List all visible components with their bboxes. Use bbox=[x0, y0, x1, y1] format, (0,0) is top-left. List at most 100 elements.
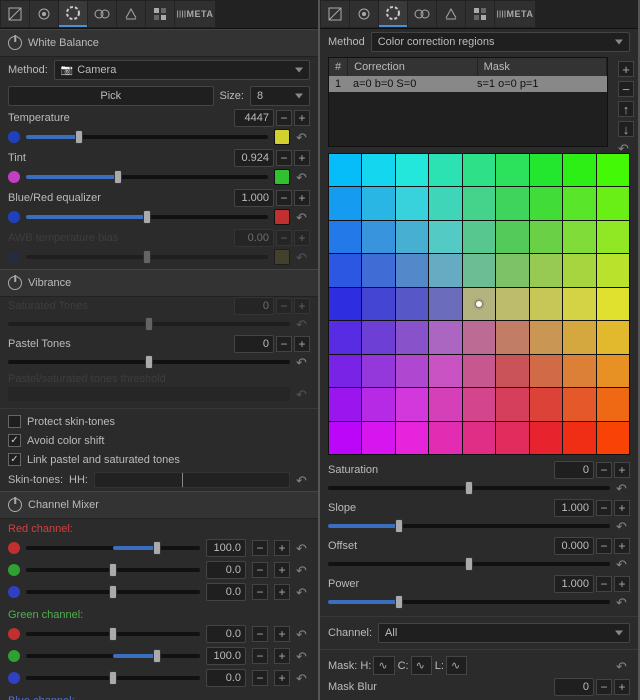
reset-icon[interactable] bbox=[616, 519, 630, 533]
reset-icon[interactable] bbox=[616, 481, 630, 495]
reset-icon[interactable] bbox=[296, 355, 310, 369]
plus-button[interactable]: + bbox=[294, 150, 310, 166]
reset-icon[interactable] bbox=[296, 473, 310, 487]
minus-button[interactable]: − bbox=[596, 679, 612, 695]
slope-value[interactable]: 1.000 bbox=[554, 499, 594, 517]
plus-button[interactable]: + bbox=[614, 538, 630, 554]
channel-mixer-header[interactable]: Channel Mixer bbox=[0, 491, 318, 519]
tab-detail[interactable] bbox=[30, 1, 58, 27]
tab-color[interactable] bbox=[59, 1, 87, 27]
power-track[interactable] bbox=[328, 600, 610, 604]
reset-icon[interactable] bbox=[296, 541, 310, 555]
add-region-button[interactable]: + bbox=[618, 61, 634, 77]
minus-button[interactable]: − bbox=[596, 500, 612, 516]
reset-icon[interactable] bbox=[296, 671, 310, 685]
bre-track[interactable] bbox=[26, 215, 268, 219]
vibrance-header[interactable]: Vibrance bbox=[0, 269, 318, 297]
temperature-value[interactable]: 4447 bbox=[234, 109, 274, 127]
reset-icon[interactable] bbox=[296, 627, 310, 641]
pick-size-select[interactable]: 8 bbox=[250, 86, 310, 106]
left-scroll[interactable]: White Balance Method: Camera Pick Size: … bbox=[0, 29, 318, 700]
cm-slider[interactable] bbox=[26, 546, 200, 550]
tab-exposure[interactable] bbox=[321, 1, 349, 27]
power-icon[interactable] bbox=[8, 498, 22, 512]
minus-button[interactable]: − bbox=[276, 190, 292, 206]
move-up-button[interactable]: ↑ bbox=[618, 101, 634, 117]
cm-slider[interactable] bbox=[26, 654, 200, 658]
saturation-track[interactable] bbox=[328, 486, 610, 490]
tab-detail[interactable] bbox=[350, 1, 378, 27]
plus-button[interactable]: + bbox=[614, 462, 630, 478]
pastel-value[interactable]: 0 bbox=[234, 335, 274, 353]
white-balance-header[interactable]: White Balance bbox=[0, 29, 318, 57]
tint-value[interactable]: 0.924 bbox=[234, 149, 274, 167]
chevron-down-icon bbox=[295, 68, 303, 73]
avoid-shift-checkbox[interactable] bbox=[8, 434, 21, 447]
cm-slider[interactable] bbox=[26, 676, 200, 680]
tab-raw[interactable] bbox=[146, 1, 174, 27]
tab-transform[interactable] bbox=[117, 1, 145, 27]
link-tones-checkbox[interactable] bbox=[8, 453, 21, 466]
tab-exposure[interactable] bbox=[1, 1, 29, 27]
plus-button[interactable]: + bbox=[614, 500, 630, 516]
bre-value[interactable]: 1.000 bbox=[234, 189, 274, 207]
channel-select[interactable]: All bbox=[378, 623, 630, 643]
minus-button[interactable]: − bbox=[276, 150, 292, 166]
list-row[interactable]: 1 a=0 b=0 S=0 s=1 o=0 p=1 bbox=[329, 76, 607, 92]
reset-icon[interactable] bbox=[296, 210, 310, 224]
tab-meta[interactable]: ||||META bbox=[495, 1, 535, 27]
saturation-value[interactable]: 0 bbox=[554, 461, 594, 479]
pick-button[interactable]: Pick bbox=[8, 86, 214, 106]
cm-slider[interactable] bbox=[26, 568, 200, 572]
offset-track[interactable] bbox=[328, 562, 610, 566]
move-down-button[interactable]: ↓ bbox=[618, 121, 634, 137]
tab-meta[interactable]: ||||META bbox=[175, 1, 215, 27]
plus-button[interactable]: + bbox=[294, 190, 310, 206]
tab-raw[interactable] bbox=[466, 1, 494, 27]
tab-advanced[interactable] bbox=[408, 1, 436, 27]
pastel-track[interactable] bbox=[8, 360, 290, 364]
reset-icon[interactable] bbox=[296, 130, 310, 144]
region-list[interactable]: # Correction Mask 1 a=0 b=0 S=0 s=1 o=0 … bbox=[328, 57, 608, 147]
minus-button[interactable]: − bbox=[276, 110, 292, 126]
plus-button[interactable]: + bbox=[294, 336, 310, 352]
color-correction-grid[interactable] bbox=[328, 153, 630, 455]
slope-track[interactable] bbox=[328, 524, 610, 528]
plus-button[interactable]: + bbox=[614, 679, 630, 695]
reset-icon[interactable] bbox=[296, 649, 310, 663]
grid-marker[interactable] bbox=[476, 301, 482, 307]
cm-slider[interactable] bbox=[26, 632, 200, 636]
reset-icon[interactable] bbox=[616, 595, 630, 609]
power-icon[interactable] bbox=[8, 36, 22, 50]
reset-icon[interactable] bbox=[616, 659, 630, 673]
reset-icon[interactable] bbox=[296, 170, 310, 184]
cm-slider[interactable] bbox=[26, 590, 200, 594]
power-icon[interactable] bbox=[8, 276, 22, 290]
reset-icon[interactable] bbox=[616, 557, 630, 571]
tab-color[interactable] bbox=[379, 1, 407, 27]
minus-button[interactable]: − bbox=[596, 576, 612, 592]
temperature-track[interactable] bbox=[26, 135, 268, 139]
right-scroll[interactable]: Method Color correction regions # Correc… bbox=[320, 29, 638, 700]
minus-button[interactable]: − bbox=[276, 336, 292, 352]
minus-button[interactable]: − bbox=[596, 538, 612, 554]
skin-gradient[interactable] bbox=[94, 472, 290, 488]
plus-button[interactable]: + bbox=[294, 110, 310, 126]
tint-track[interactable] bbox=[26, 175, 268, 179]
plus-button[interactable]: + bbox=[614, 576, 630, 592]
maskblur-value[interactable]: 0 bbox=[554, 678, 594, 696]
reset-icon[interactable] bbox=[296, 563, 310, 577]
cc-method-select[interactable]: Color correction regions bbox=[371, 32, 630, 52]
tab-advanced[interactable] bbox=[88, 1, 116, 27]
wb-method-select[interactable]: Camera bbox=[54, 60, 310, 80]
offset-value[interactable]: 0.000 bbox=[554, 537, 594, 555]
tab-transform[interactable] bbox=[437, 1, 465, 27]
mask-l-select[interactable] bbox=[446, 656, 467, 675]
minus-button[interactable]: − bbox=[596, 462, 612, 478]
mask-h-select[interactable] bbox=[373, 656, 394, 675]
protect-skin-checkbox[interactable] bbox=[8, 415, 21, 428]
power-value[interactable]: 1.000 bbox=[554, 575, 594, 593]
reset-icon[interactable] bbox=[296, 585, 310, 599]
mask-c-select[interactable] bbox=[411, 656, 432, 675]
remove-region-button[interactable]: − bbox=[618, 81, 634, 97]
